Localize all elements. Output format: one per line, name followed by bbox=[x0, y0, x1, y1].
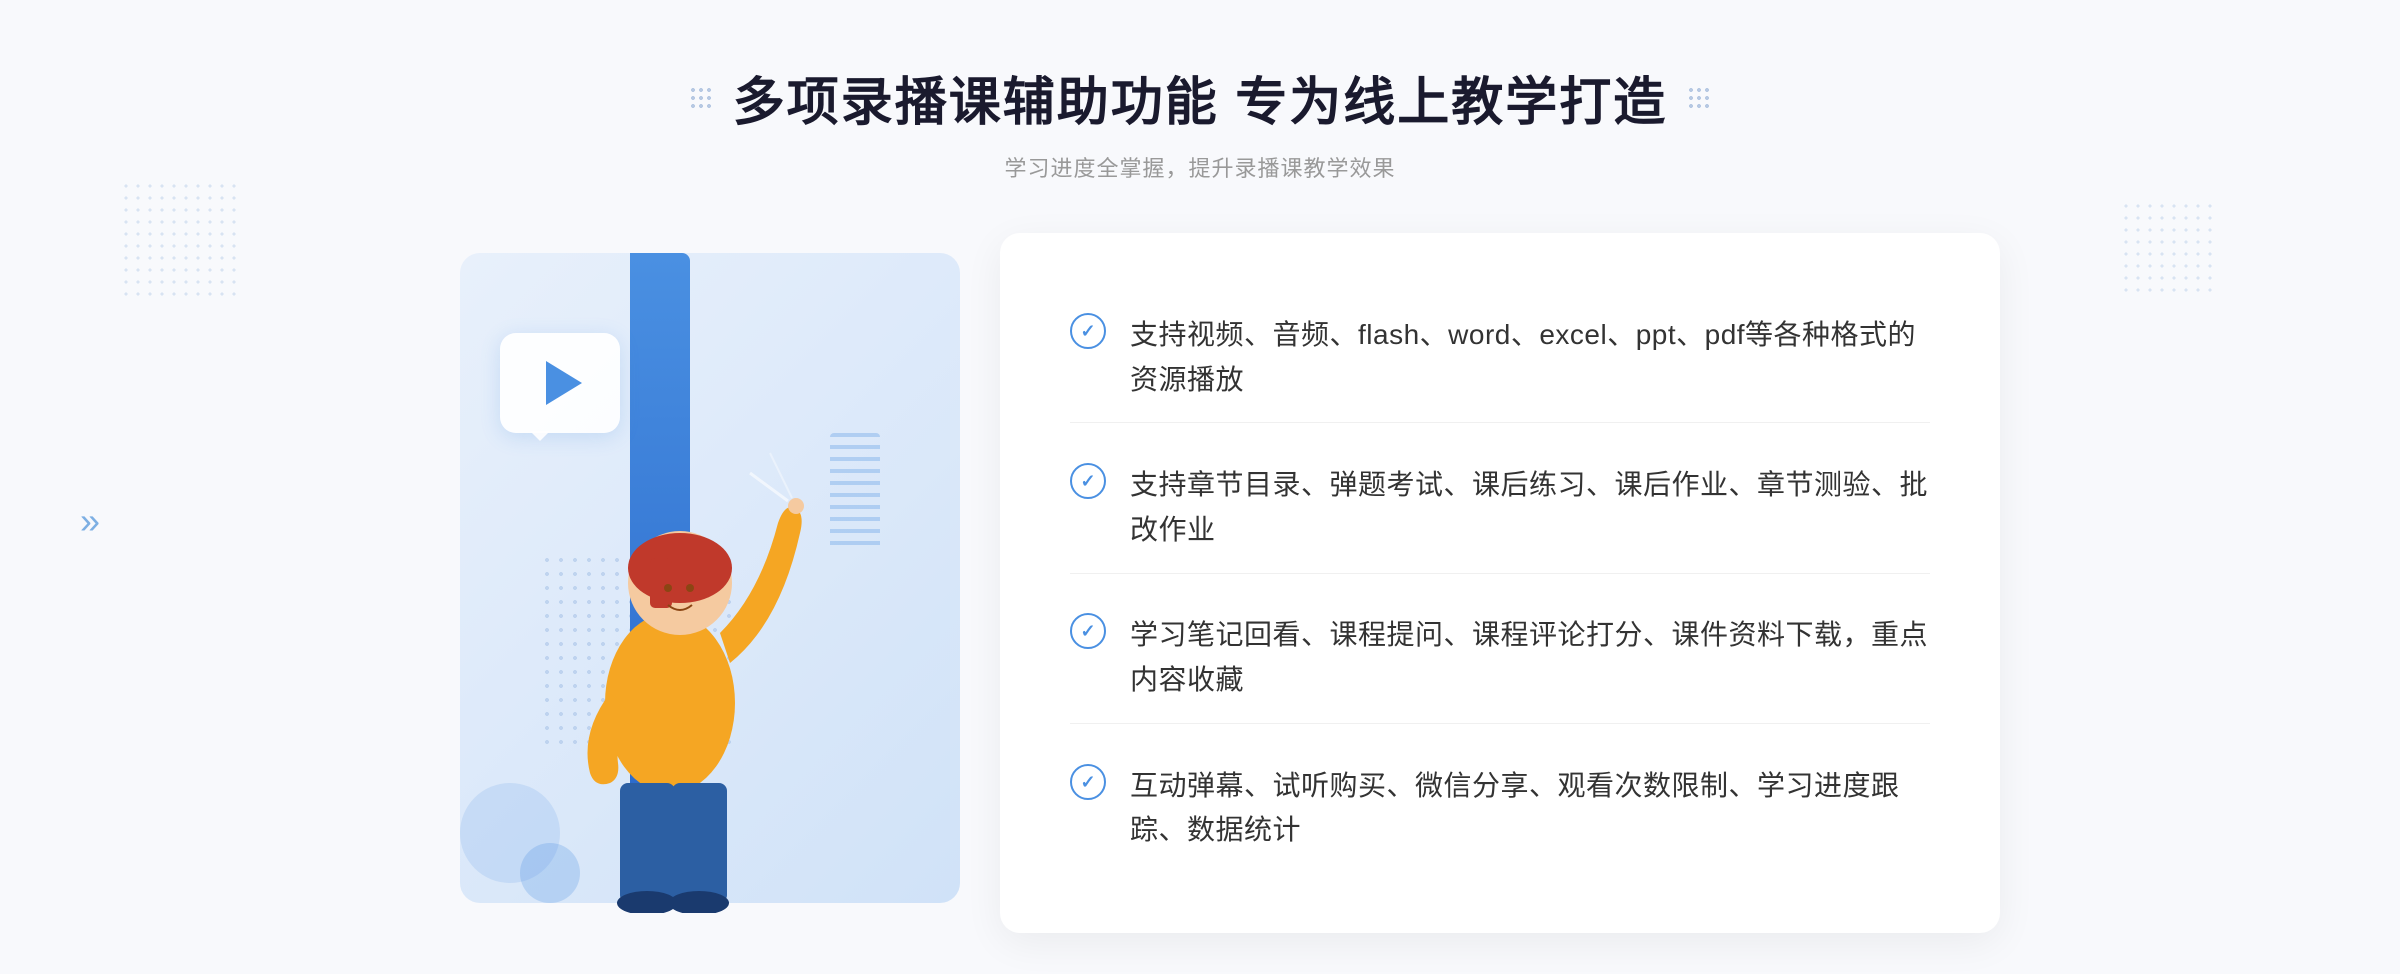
feature-item-3: ✓ 学习笔记回看、课程提问、课程评论打分、课件资料下载，重点内容收藏 bbox=[1070, 593, 1930, 724]
circle-small bbox=[520, 843, 580, 903]
feature-text-1: 支持视频、音频、flash、word、excel、ppt、pdf等各种格式的资源… bbox=[1130, 313, 1930, 403]
check-mark-4: ✓ bbox=[1080, 773, 1095, 791]
stripes-decoration bbox=[830, 433, 880, 553]
feature-text-4: 互动弹幕、试听购买、微信分享、观看次数限制、学习进度跟踪、数据统计 bbox=[1130, 764, 1930, 854]
dots-decoration-right bbox=[2120, 200, 2220, 300]
page-subtitle: 学习进度全掌握，提升录播课教学效果 bbox=[689, 151, 1711, 183]
check-circle-2: ✓ bbox=[1070, 463, 1106, 499]
feature-item-2: ✓ 支持章节目录、弹题考试、课后练习、课后作业、章节测验、批改作业 bbox=[1070, 443, 1930, 574]
check-mark-3: ✓ bbox=[1080, 622, 1095, 640]
page-container: » 多项录播课辅助功能 专为线上教学打造 学习进度全掌握，提升录播课教学效果 bbox=[0, 0, 2400, 974]
main-content: ✓ 支持视频、音频、flash、word、excel、ppt、pdf等各种格式的… bbox=[400, 233, 2000, 933]
feature-text-2: 支持章节目录、弹题考试、课后练习、课后作业、章节测验、批改作业 bbox=[1130, 463, 1930, 553]
dot-grid-left bbox=[689, 86, 713, 110]
check-mark-1: ✓ bbox=[1080, 322, 1095, 340]
header-section: 多项录播课辅助功能 专为线上教学打造 学习进度全掌握，提升录播课教学效果 bbox=[689, 60, 1711, 183]
feature-text-3: 学习笔记回看、课程提问、课程评论打分、课件资料下载，重点内容收藏 bbox=[1130, 613, 1930, 703]
check-circle-3: ✓ bbox=[1070, 613, 1106, 649]
check-circle-4: ✓ bbox=[1070, 764, 1106, 800]
illustration-area bbox=[400, 233, 1000, 933]
arrow-left-decoration: » bbox=[80, 500, 92, 542]
feature-item-4: ✓ 互动弹幕、试听购买、微信分享、观看次数限制、学习进度跟踪、数据统计 bbox=[1070, 744, 1930, 874]
dot-grid-right bbox=[1687, 86, 1711, 110]
page-title: 多项录播课辅助功能 专为线上教学打造 bbox=[733, 60, 1667, 135]
header-title-row: 多项录播课辅助功能 专为线上教学打造 bbox=[689, 60, 1711, 135]
check-mark-2: ✓ bbox=[1080, 472, 1095, 490]
check-circle-1: ✓ bbox=[1070, 313, 1106, 349]
dots-decoration-left bbox=[120, 180, 240, 300]
character-illustration bbox=[520, 393, 820, 913]
feature-item-1: ✓ 支持视频、音频、flash、word、excel、ppt、pdf等各种格式的… bbox=[1070, 293, 1930, 424]
features-area: ✓ 支持视频、音频、flash、word、excel、ppt、pdf等各种格式的… bbox=[1000, 233, 2000, 933]
